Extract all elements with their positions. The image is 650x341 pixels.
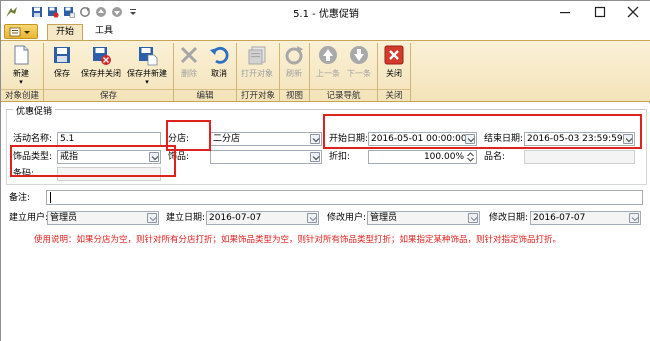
remark-label: 备注: xyxy=(9,193,31,203)
save-new-icon xyxy=(139,47,158,66)
save-close-label: 保存并关闭 xyxy=(81,69,121,78)
close-button[interactable] xyxy=(618,3,648,21)
delete-label: 删除 xyxy=(181,69,197,78)
new-button[interactable]: 新建 ▾ xyxy=(5,43,37,87)
minimize-button[interactable] xyxy=(550,3,580,21)
branch-select[interactable]: 二分店 xyxy=(210,132,322,146)
create-date-value: 2016-07-07 xyxy=(209,213,262,223)
modifier-value: 管理员 xyxy=(370,213,398,223)
tab-tools[interactable]: 工具 xyxy=(87,24,121,40)
branch-value: 二分店 xyxy=(213,134,241,144)
highlight-box-dates xyxy=(323,114,642,149)
delete-icon xyxy=(180,46,198,64)
chevron-down-icon xyxy=(147,213,157,223)
modifier-field: 管理员 xyxy=(367,211,480,225)
discount-label: 折扣: xyxy=(329,152,351,162)
highlight-box-jewelry-type xyxy=(10,145,176,177)
create-date-field: 2016-07-07 xyxy=(206,211,319,225)
modify-date-value: 2016-07-07 xyxy=(533,213,586,223)
group-separator xyxy=(410,43,411,101)
close-icon xyxy=(384,45,404,65)
create-date-label: 建立日期: xyxy=(166,213,206,223)
chevron-down-icon xyxy=(468,213,478,223)
group-label-close: 关闭 xyxy=(378,89,410,101)
creator-value: 管理员 xyxy=(50,213,78,223)
ribbon: 新建 ▾ 保存 保存并关闭 保存并新建 ▾ 删除 取消 打开对象 刷新 上一条 … xyxy=(1,40,650,102)
remark-field[interactable] xyxy=(46,190,643,205)
spin-arrows-icon[interactable] xyxy=(466,151,475,163)
group-label-edit: 编辑 xyxy=(174,89,236,101)
tab-start[interactable]: 开始 xyxy=(47,24,84,40)
open-object-label: 打开对象 xyxy=(241,69,273,78)
creator-label: 建立用户: xyxy=(9,213,49,223)
maximize-button[interactable] xyxy=(585,3,615,21)
dropdown-arrow-icon: ▾ xyxy=(145,78,149,86)
save-button-label: 保存 xyxy=(54,69,70,78)
new-document-icon xyxy=(14,45,29,65)
cancel-button[interactable]: 取消 xyxy=(206,43,232,87)
save-close-button[interactable]: 保存并关闭 xyxy=(79,43,123,87)
app-window: 5.1 - 优惠促销 开始 工具 新建 ▾ 保存 保存并关闭 保存并新建 ▾ 删… xyxy=(0,0,650,341)
undo-icon xyxy=(210,47,229,64)
prev-record-button[interactable]: 上一条 xyxy=(313,43,343,87)
chevron-down-icon xyxy=(629,213,639,223)
discount-field[interactable]: 100.00% xyxy=(368,150,477,164)
group-label-open-object: 打开对象 xyxy=(237,89,279,101)
chevron-down-icon[interactable] xyxy=(310,134,320,144)
product-name-field xyxy=(524,150,635,164)
activity-name-field[interactable]: 5.1 xyxy=(57,132,161,146)
group-label-record-nav: 记录导航 xyxy=(310,89,377,101)
product-name-label: 品名: xyxy=(484,152,506,162)
close-form-button[interactable]: 关闭 xyxy=(381,43,407,87)
jewelry-select[interactable] xyxy=(210,150,322,164)
arrow-up-icon xyxy=(319,46,337,64)
new-button-label: 新建 xyxy=(13,69,29,78)
activity-name-label: 活动名称: xyxy=(13,134,53,144)
open-object-button[interactable]: 打开对象 xyxy=(239,43,275,87)
form-content: 优惠促销 活动名称: 5.1 分店: 二分店 开始日期: 2016-05-01 … xyxy=(1,103,650,341)
group-label-object-create: 对象创建 xyxy=(1,89,43,101)
group-label-view: 视图 xyxy=(280,89,309,101)
modifier-label: 修改用户: xyxy=(327,213,367,223)
creator-field: 管理员 xyxy=(47,211,159,225)
text-cursor xyxy=(50,192,51,203)
open-object-icon xyxy=(248,46,266,65)
save-button[interactable]: 保存 xyxy=(47,43,77,87)
refresh-icon xyxy=(285,46,303,65)
delete-button[interactable]: 删除 xyxy=(176,43,202,87)
cancel-label: 取消 xyxy=(211,69,227,78)
dropdown-arrow-icon: ▾ xyxy=(19,78,23,86)
save-icon xyxy=(54,47,70,63)
app-menu-button[interactable] xyxy=(4,24,38,39)
next-record-label: 下一条 xyxy=(347,69,371,78)
chevron-down-icon xyxy=(307,213,317,223)
usage-note: 使用说明：如果分店为空，则针对所有分店打折；如果饰品类型为空，则针对所有饰品类型… xyxy=(34,235,562,245)
group-label-save: 保存 xyxy=(44,89,173,101)
ribbon-tab-row: 开始 工具 xyxy=(1,23,650,40)
modify-date-label: 修改日期: xyxy=(489,213,529,223)
discount-value: 100.00% xyxy=(423,152,464,162)
next-record-button[interactable]: 下一条 xyxy=(344,43,374,87)
section-title: 优惠促销 xyxy=(13,104,56,117)
chevron-down-icon[interactable] xyxy=(310,152,320,162)
title-bar: 5.1 - 优惠促销 xyxy=(1,1,650,23)
modify-date-field: 2016-07-07 xyxy=(530,211,641,225)
save-new-label: 保存并新建 xyxy=(127,69,167,78)
prev-record-label: 上一条 xyxy=(316,69,340,78)
save-close-icon xyxy=(93,47,111,65)
arrow-down-icon xyxy=(350,46,368,64)
close-form-label: 关闭 xyxy=(386,69,402,78)
refresh-button[interactable]: 刷新 xyxy=(282,43,306,87)
save-new-button[interactable]: 保存并新建 ▾ xyxy=(125,43,169,87)
refresh-label: 刷新 xyxy=(286,69,302,78)
